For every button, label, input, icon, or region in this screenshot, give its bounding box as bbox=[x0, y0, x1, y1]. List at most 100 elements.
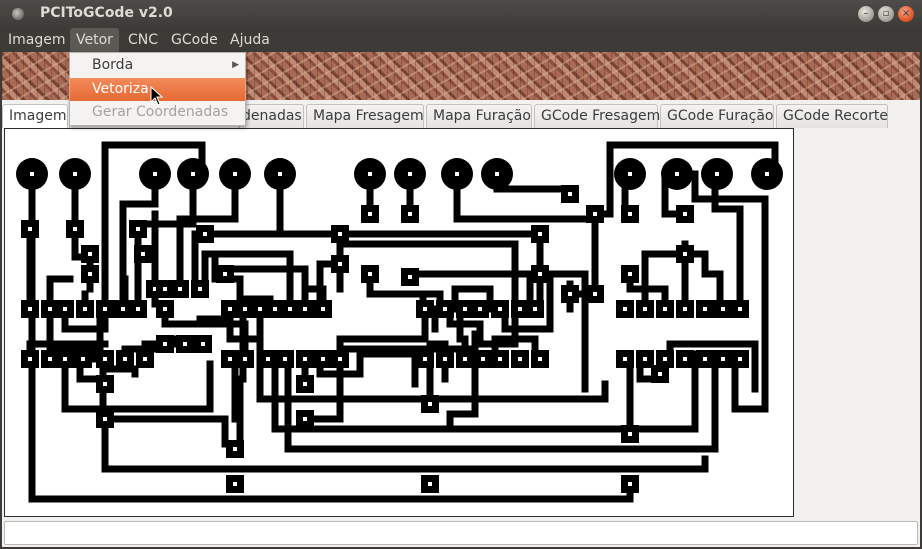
maximize-icon[interactable]: ▫ bbox=[878, 6, 894, 22]
pcb-pad-hole bbox=[338, 357, 342, 361]
pcb-pad-hole bbox=[765, 172, 769, 176]
pcb-pad-hole bbox=[368, 172, 372, 176]
menu-vetor[interactable]: Vetor bbox=[70, 28, 119, 52]
tab-mapa-fresagem[interactable]: Mapa Fresagem bbox=[306, 104, 424, 128]
pcb-pad-hole bbox=[628, 172, 632, 176]
pcb-pad-hole bbox=[228, 357, 232, 361]
tab-gcode-furacao[interactable]: GCode Furação bbox=[660, 104, 774, 128]
tab-mapa-furacao[interactable]: Mapa Furação bbox=[426, 104, 532, 128]
tab-coordenadas[interactable]: denadas bbox=[239, 104, 304, 128]
menu-item-borda[interactable]: Borda ▶ bbox=[70, 54, 245, 77]
pcb-pad-hole bbox=[88, 252, 92, 256]
pcb-pad-hole bbox=[288, 307, 292, 311]
menu-ajuda[interactable]: Ajuda bbox=[224, 28, 276, 52]
pcb-pad-hole bbox=[228, 307, 232, 311]
pcb-pad-hole bbox=[143, 357, 147, 361]
pcb-pad-hole bbox=[183, 342, 187, 346]
pcb-pad-hole bbox=[121, 307, 125, 311]
menu-cnc[interactable]: CNC bbox=[122, 28, 164, 52]
pcb-pad-hole bbox=[498, 307, 502, 311]
pcb-pad-hole bbox=[443, 307, 447, 311]
pcb-pad-hole bbox=[715, 172, 719, 176]
window-title: PCIToGCode v2.0 bbox=[40, 5, 173, 21]
pcb-pad-hole bbox=[81, 357, 85, 361]
pcb-pad-hole bbox=[738, 307, 742, 311]
pcb-pad-hole bbox=[28, 227, 32, 231]
pcb-pad-hole bbox=[428, 482, 432, 486]
pcb-pad-hole bbox=[266, 357, 270, 361]
pcb-pad-hole bbox=[643, 307, 647, 311]
pcb-pad-hole bbox=[683, 252, 687, 256]
tab-imagem[interactable]: Imagem bbox=[2, 104, 68, 128]
pcb-pad-hole bbox=[643, 357, 647, 361]
pcb-pad-hole bbox=[408, 212, 412, 216]
pcb-pad-hole bbox=[721, 307, 725, 311]
pcb-pad-hole bbox=[408, 172, 412, 176]
pcb-pad-hole bbox=[518, 357, 522, 361]
pcb-pad-hole bbox=[28, 357, 32, 361]
pcb-pad-hole bbox=[233, 172, 237, 176]
pcb-pad-hole bbox=[338, 232, 342, 236]
pcb-pad-hole bbox=[463, 307, 467, 311]
pcb-pad-hole bbox=[408, 275, 412, 279]
pcb-pad-hole bbox=[83, 307, 87, 311]
pcb-pad-hole bbox=[103, 307, 107, 311]
tab-gcode-fresagem[interactable]: GCode Fresagem bbox=[534, 104, 660, 128]
pcb-pad-hole bbox=[243, 357, 247, 361]
pcb-pad-hole bbox=[178, 287, 182, 291]
pcb-pad-hole bbox=[498, 357, 502, 361]
pcb-pad-hole bbox=[533, 307, 537, 311]
pcb-pad-hole bbox=[303, 307, 307, 311]
menu-item-borda-label: Borda bbox=[92, 57, 134, 73]
pcb-pad-hole bbox=[628, 212, 632, 216]
pcb-pad-hole bbox=[163, 307, 167, 311]
pcb-pad-hole bbox=[721, 357, 725, 361]
pcb-pad-hole bbox=[303, 382, 307, 386]
pcb-traces bbox=[26, 141, 779, 503]
pcb-pad-hole bbox=[675, 172, 679, 176]
pcb-pad-hole bbox=[368, 212, 372, 216]
title-bar: PCIToGCode v2.0 – ▫ × bbox=[0, 0, 922, 28]
pcb-pad-hole bbox=[593, 292, 597, 296]
pcb-pad-hole bbox=[321, 307, 325, 311]
pcb-pad-hole bbox=[103, 357, 107, 361]
pcb-pad-hole bbox=[538, 272, 542, 276]
main-content: Imagem denadas Mapa Fresagem Mapa Furaçã… bbox=[2, 100, 920, 547]
pcb-pad-hole bbox=[136, 227, 140, 231]
pcb-pad-hole bbox=[258, 307, 262, 311]
menu-imagem[interactable]: Imagem bbox=[2, 28, 71, 52]
pcb-pad-hole bbox=[163, 287, 167, 291]
pcb-pad-hole bbox=[163, 342, 167, 346]
pcb-pad-hole bbox=[321, 357, 325, 361]
minimize-icon[interactable]: – bbox=[858, 6, 874, 22]
pcb-pad-hole bbox=[223, 272, 227, 276]
window-menu-icon[interactable] bbox=[12, 8, 24, 20]
pcb-pad-hole bbox=[481, 357, 485, 361]
pcb-pad-hole bbox=[663, 307, 667, 311]
tab-gcode-recorte[interactable]: GCode Recorte bbox=[776, 104, 888, 128]
pcb-pad-hole bbox=[233, 482, 237, 486]
pcb-pad-hole bbox=[478, 307, 482, 311]
pcb-image-panel bbox=[4, 128, 794, 517]
pcb-pad-hole bbox=[103, 382, 107, 386]
pcb-pad-hole bbox=[628, 482, 632, 486]
pcb-pad-hole bbox=[455, 172, 459, 176]
pcb-pad-hole bbox=[703, 307, 707, 311]
close-icon[interactable]: × bbox=[898, 6, 914, 22]
pcb-pad-hole bbox=[123, 357, 127, 361]
pcb-pad-hole bbox=[283, 357, 287, 361]
pcb-pad-hole bbox=[141, 252, 145, 256]
pcb-pad-hole bbox=[495, 172, 499, 176]
pcb-pad-hole bbox=[338, 262, 342, 266]
pcb-pad-hole bbox=[243, 307, 247, 311]
pcb-pad-hole bbox=[153, 172, 157, 176]
menu-gcode[interactable]: GCode bbox=[165, 28, 224, 52]
pcb-pad-hole bbox=[463, 357, 467, 361]
pcb-pad-hole bbox=[278, 172, 282, 176]
pcb-pad-hole bbox=[518, 307, 522, 311]
pcb-pad-hole bbox=[191, 172, 195, 176]
status-field bbox=[4, 521, 918, 545]
pcb-pad-hole bbox=[73, 227, 77, 231]
pcb-pad-hole bbox=[428, 402, 432, 406]
pcb-pad-hole bbox=[28, 307, 32, 311]
